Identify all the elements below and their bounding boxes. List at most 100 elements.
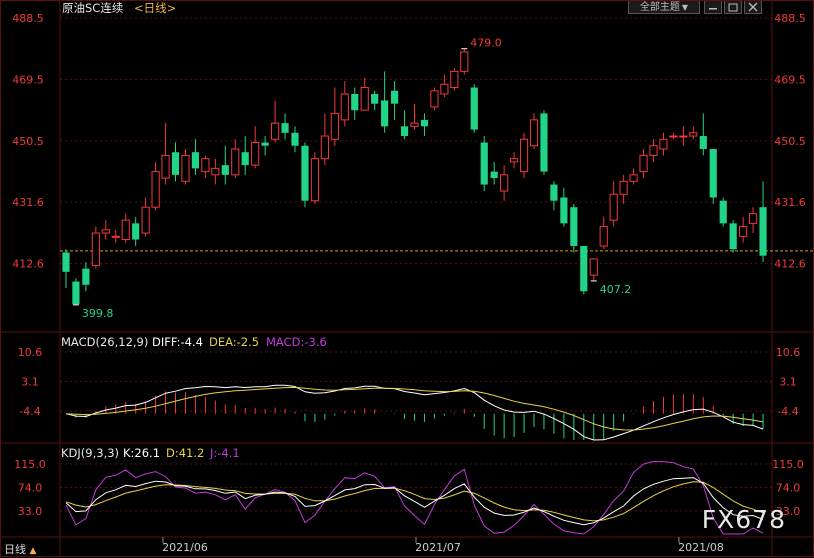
macd-tick-left: 10.6: [18, 346, 43, 359]
candle: [739, 216, 748, 243]
candle: [231, 139, 240, 179]
candle-body: [519, 138, 529, 173]
candle-body: [330, 112, 339, 140]
kdj-k-name: K:26.1: [123, 446, 161, 460]
kdj-d-name: D:41.2: [166, 446, 205, 460]
price-tick-left: 450.5: [12, 135, 44, 148]
outer-frame: [0, 0, 814, 557]
chart-canvas[interactable]: 488.5 488.5 469.5 469.5 450.5 450.5 431.6 431.6…: [0, 0, 814, 558]
period-tab-label: 日线: [4, 543, 26, 556]
candle-body: [121, 219, 130, 241]
candle: [161, 123, 170, 185]
kdj-k-value: 26.1: [134, 446, 161, 460]
candle-body: [251, 142, 260, 166]
candle: [101, 220, 110, 240]
candle-body: [739, 226, 748, 237]
candle-body: [371, 93, 379, 104]
candle: [619, 174, 628, 204]
kdj-tick-right: 115.0: [772, 458, 804, 471]
candle: [271, 100, 280, 143]
candle: [480, 136, 488, 192]
candle-body: [470, 87, 478, 130]
triangle-up-icon: ▲: [29, 546, 37, 556]
candle: [320, 113, 329, 166]
candle-body: [161, 154, 170, 179]
candle-body: [281, 123, 289, 133]
candle: [470, 84, 478, 133]
candle: [490, 161, 498, 185]
candle-body: [609, 193, 618, 221]
macd-tick-left: 3.1: [21, 376, 39, 389]
macd-panel: 10.6 10.6 3.1 3.1 -4.4 -4.4: [18, 346, 801, 441]
candle-body: [570, 207, 578, 246]
candle-body: [500, 174, 509, 192]
candle-body: [82, 268, 90, 285]
candle: [510, 152, 519, 169]
candle: [62, 249, 70, 289]
candle-body: [72, 281, 80, 305]
candle: [111, 229, 120, 243]
candle: [351, 87, 359, 120]
candle-body: [659, 138, 668, 150]
candle: [629, 168, 638, 185]
candle: [440, 74, 449, 98]
candle-body: [391, 90, 399, 104]
candle-body: [231, 148, 240, 176]
candle: [181, 148, 190, 185]
candle: [171, 142, 180, 182]
j-line: [65, 460, 764, 535]
macd-dea-name: DEA:-2.5: [209, 335, 260, 349]
candle-body: [639, 154, 648, 173]
candle-body: [669, 135, 678, 138]
candle-body: [62, 252, 70, 272]
candle: [340, 81, 349, 127]
price-tick-right: 431.6: [774, 196, 806, 209]
candle-body: [510, 158, 519, 163]
candle-body: [649, 145, 658, 156]
candle: [261, 136, 269, 156]
watermark-logo: FX678: [701, 505, 786, 534]
date-tick-label: 2021/06: [162, 541, 208, 554]
candle: [251, 126, 260, 169]
candle-body: [340, 93, 349, 121]
candle: [450, 68, 459, 91]
macd-tick-right: 10.6: [776, 346, 801, 359]
candle: [310, 152, 320, 204]
candle-body: [301, 145, 309, 201]
macd-diff-name: DIFF:-4.4: [152, 335, 203, 349]
price-tick-left: 469.5: [12, 73, 44, 86]
diff-line: [65, 384, 764, 441]
candle-body: [529, 119, 539, 147]
candle-body: [291, 132, 299, 146]
candle: [91, 226, 100, 269]
kdj-j-value: -4.1: [217, 446, 240, 460]
candle-body: [241, 152, 249, 166]
period-tab[interactable]: 日线 ▲: [4, 541, 36, 557]
candle: [599, 216, 608, 250]
candle-body: [679, 135, 688, 138]
kdj-j-name: J:-4.1: [210, 446, 240, 460]
annotation-label: 407.2: [600, 283, 632, 296]
candle: [529, 113, 539, 149]
candle: [729, 220, 737, 253]
candle-body: [310, 158, 320, 202]
candle: [330, 87, 339, 146]
candle: [301, 142, 309, 208]
date-axis: 2021/06 2021/07 2021/08: [162, 537, 724, 554]
candle-body: [221, 165, 229, 175]
candlestick-series: [62, 48, 767, 305]
candle-body: [490, 171, 498, 179]
candle: [281, 113, 289, 140]
grid-lines: [0, 0, 814, 557]
candle-body: [599, 226, 608, 247]
candle-body: [460, 51, 469, 72]
macd-macd-value: -3.6: [304, 335, 327, 349]
price-tick-left: 431.6: [12, 196, 44, 209]
candle: [679, 126, 688, 146]
kdj-tick-left: 33.0: [18, 505, 43, 518]
candle-body: [201, 158, 210, 173]
kdj-panel: 115.0 115.074.0 74.033.0 33.0: [14, 458, 804, 535]
candle: [550, 181, 558, 211]
candle-body: [580, 245, 588, 292]
macd-title: MACD(26,12,9): [61, 335, 149, 349]
